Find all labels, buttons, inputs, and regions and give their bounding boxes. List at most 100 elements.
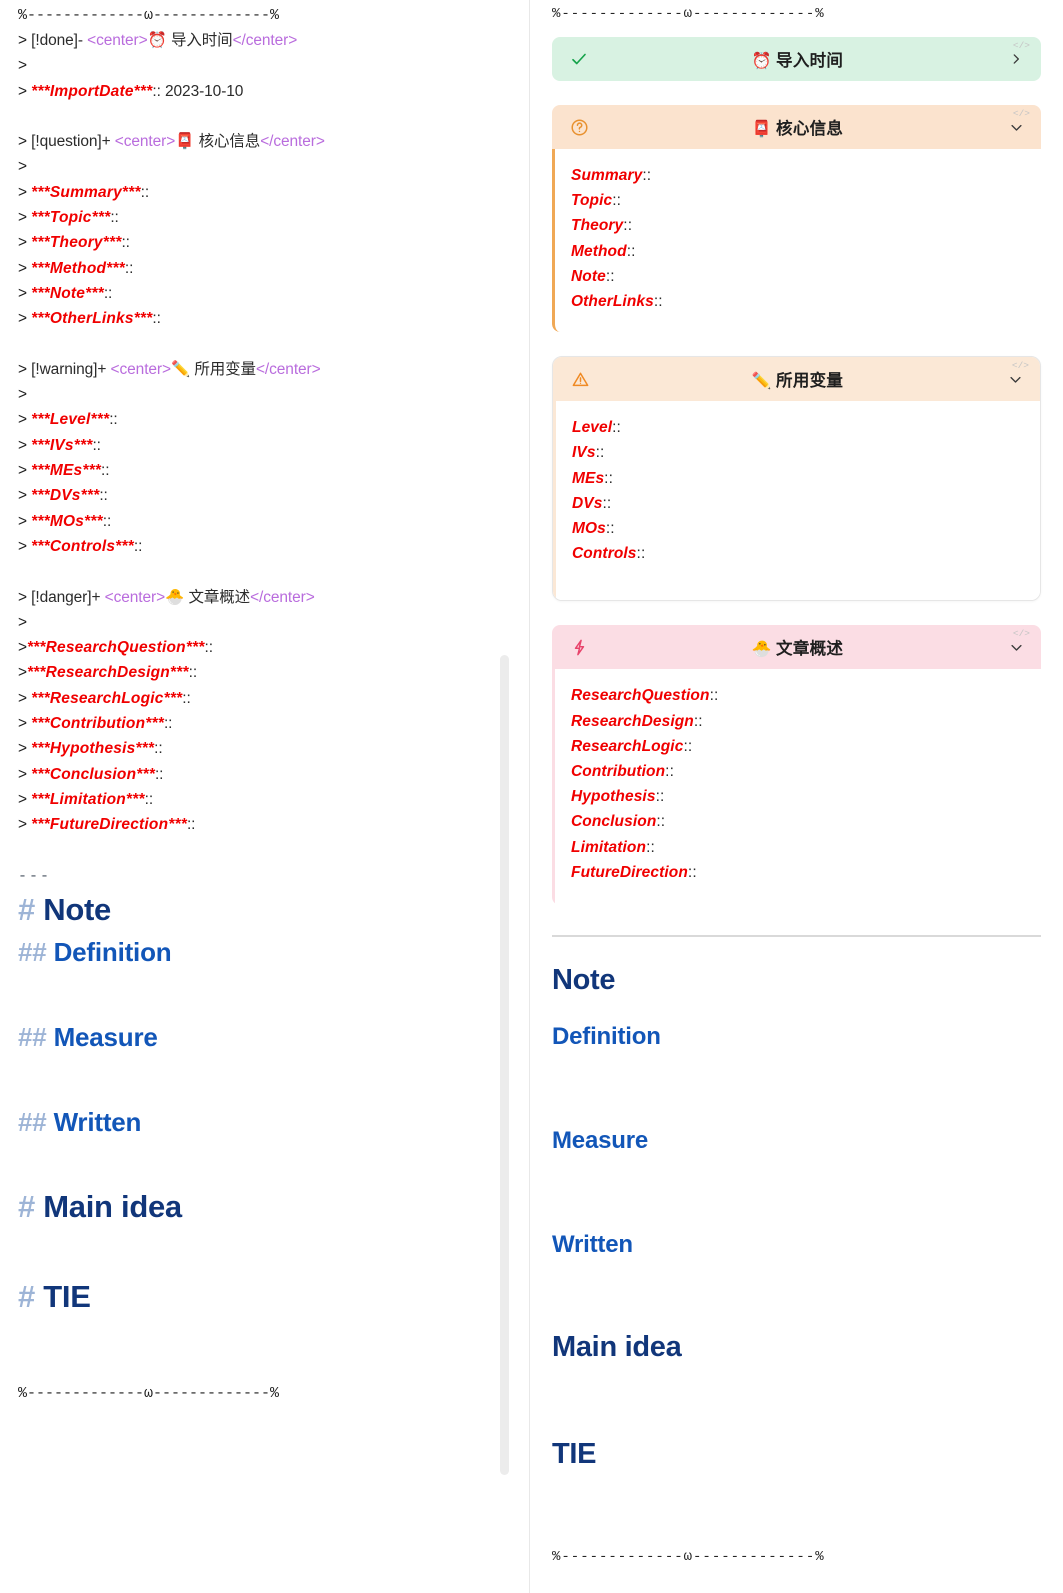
field-key: ResearchDesign (571, 712, 694, 730)
field-colons: :: (683, 737, 693, 755)
source-top-rule: %-------------ω-------------% (18, 7, 280, 24)
source-edit-pane[interactable]: %-------------ω-------------% > [!done]-… (0, 0, 530, 1593)
field-key: Method (571, 242, 627, 260)
field-row: Topic:: (571, 188, 1025, 213)
source-heading-written: ## Written (18, 1102, 512, 1142)
field-colons: :: (693, 712, 703, 730)
field-colons: :: (655, 788, 665, 806)
callout-question-title: 📮 核心信息 (590, 115, 1005, 139)
callout-title-text: 所用变量 (776, 372, 844, 391)
question-circle-icon (568, 116, 590, 138)
blockquote-marker: > (18, 183, 27, 201)
field-key: OtherLinks (571, 293, 654, 311)
source-heading-note: # Note (18, 888, 512, 932)
field-key: ***Hypothesis*** (31, 740, 155, 758)
field-key: ***FutureDirection*** (31, 816, 187, 834)
callout-warning-fold-toggle[interactable] (1004, 372, 1026, 387)
field-row: Conclusion:: (571, 809, 1025, 834)
field-colons: :: (121, 234, 130, 252)
source-callout-question-header[interactable]: > [!question]+ <center>📮 核心信息</center> (18, 129, 512, 154)
callout-danger[interactable]: 🐣 文章概述 </> ResearchQuestion:: ResearchDes… (552, 625, 1041, 906)
blockquote-marker: > (18, 740, 27, 758)
callout-question[interactable]: 📮 核心信息 </> Summary:: Topic:: Theory:: Met… (552, 105, 1041, 333)
field-key: DVs (572, 494, 603, 512)
callout-done-header[interactable]: ⏰ 导入时间 </> (552, 37, 1041, 81)
field-row: Level:: (572, 415, 1024, 440)
callout-danger-fold-toggle[interactable] (1005, 640, 1027, 655)
code-hint-label[interactable]: </> (1013, 108, 1030, 119)
preview-heading-measure: Measure (552, 1127, 648, 1155)
callout-warning-header[interactable]: ✏️ 所用变量 </> (553, 357, 1040, 402)
preview-heading-definition: Definition (552, 1023, 661, 1051)
field-key: ***Limitation*** (31, 790, 145, 808)
center-close-tag: </center> (250, 588, 315, 606)
blockquote-marker: > (18, 57, 27, 75)
preview-heading-note: Note (552, 964, 616, 997)
field-colons: :: (92, 436, 101, 454)
field-key: ***ImportDate*** (31, 82, 153, 100)
field-colons: :: (101, 462, 110, 480)
field-colons: :: (124, 259, 134, 277)
callout-done-fold-toggle[interactable] (1005, 52, 1027, 66)
source-kv-researchdesign: >***ResearchDesign***:: (18, 660, 512, 685)
source-kv-summary: > ***Summary***:: (18, 180, 512, 205)
heading-hash-marker: # (18, 1188, 35, 1224)
callout-question-fold-toggle[interactable] (1005, 120, 1027, 135)
blockquote-marker: > (18, 82, 27, 100)
field-key: Hypothesis (571, 788, 656, 806)
callout-marker-question: [!question]+ (31, 133, 111, 151)
field-colons: :: (605, 267, 615, 285)
callout-title-text: 导入时间 (776, 52, 844, 70)
check-icon (568, 48, 590, 70)
field-colons: :: (602, 494, 612, 512)
callout-done-title: ⏰ 导入时间 (590, 47, 1005, 71)
source-callout-done-header[interactable]: > [!done]- <center>⏰ 导入时间</center> (18, 28, 512, 53)
source-bottom-rule: %-------------ω-------------% (18, 1384, 280, 1402)
field-colons: :: (99, 487, 108, 505)
lightning-bolt-icon (568, 636, 590, 658)
callout-warning[interactable]: ✏️ 所用变量 </> Level:: IVs:: MEs:: DVs:: MOs… (552, 356, 1041, 602)
field-colons: :: (133, 537, 143, 555)
field-key: ***Controls*** (31, 537, 134, 555)
blockquote-marker: > (18, 32, 27, 49)
center-open-tag: <center> (110, 360, 171, 378)
hatching-chick-icon: 🐣 (165, 587, 185, 606)
editor-scrollbar-thumb[interactable] (500, 655, 509, 1475)
source-quote-blank: > (18, 53, 512, 78)
field-colons: :: (636, 545, 646, 563)
heading-text: Note (43, 891, 111, 927)
blockquote-marker: > (18, 689, 27, 707)
field-key: Theory (571, 217, 624, 235)
callout-question-header[interactable]: 📮 核心信息 </> (552, 105, 1041, 149)
blockquote-marker: > (18, 613, 27, 631)
field-row: Method:: (571, 239, 1025, 264)
field-row: MEs:: (572, 466, 1024, 491)
callout-danger-header[interactable]: 🐣 文章概述 </> (552, 625, 1041, 670)
source-kv-topic: > ***Topic***:: (18, 205, 512, 230)
code-hint-label[interactable]: </> (1013, 40, 1030, 51)
field-key: Summary (571, 167, 643, 184)
field-colons: :: (605, 520, 615, 538)
blockquote-marker: > (18, 790, 27, 808)
warning-triangle-icon (569, 368, 591, 390)
editor-scrollbar-track[interactable] (500, 0, 520, 1593)
preview-bottom-rule: %-------------ω-------------% (552, 1549, 825, 1566)
rendered-preview-pane[interactable]: %-------------ω-------------% ⏰ 导入时间 </> … (530, 0, 1063, 1593)
field-colons: :: (110, 209, 119, 227)
field-colons: :: (102, 512, 112, 530)
code-hint-label[interactable]: </> (1013, 628, 1030, 639)
source-callout-danger-header[interactable]: > [!danger]+ <center>🐣 文章概述</center> (18, 585, 512, 610)
field-key: ***Note*** (31, 284, 104, 302)
code-hint-label[interactable]: </> (1012, 360, 1029, 371)
field-colons: :: (154, 740, 163, 758)
field-key: ***Summary*** (31, 183, 141, 201)
source-callout-warning-header[interactable]: > [!warning]+ <center>✏️ 所用变量</center> (18, 357, 512, 382)
field-row: OtherLinks:: (571, 289, 1025, 314)
callout-done[interactable]: ⏰ 导入时间 </> (552, 37, 1041, 81)
blockquote-marker: > (18, 462, 27, 480)
field-colons: :: (656, 813, 666, 831)
source-kv-researchlogic: > ***ResearchLogic***:: (18, 686, 512, 711)
